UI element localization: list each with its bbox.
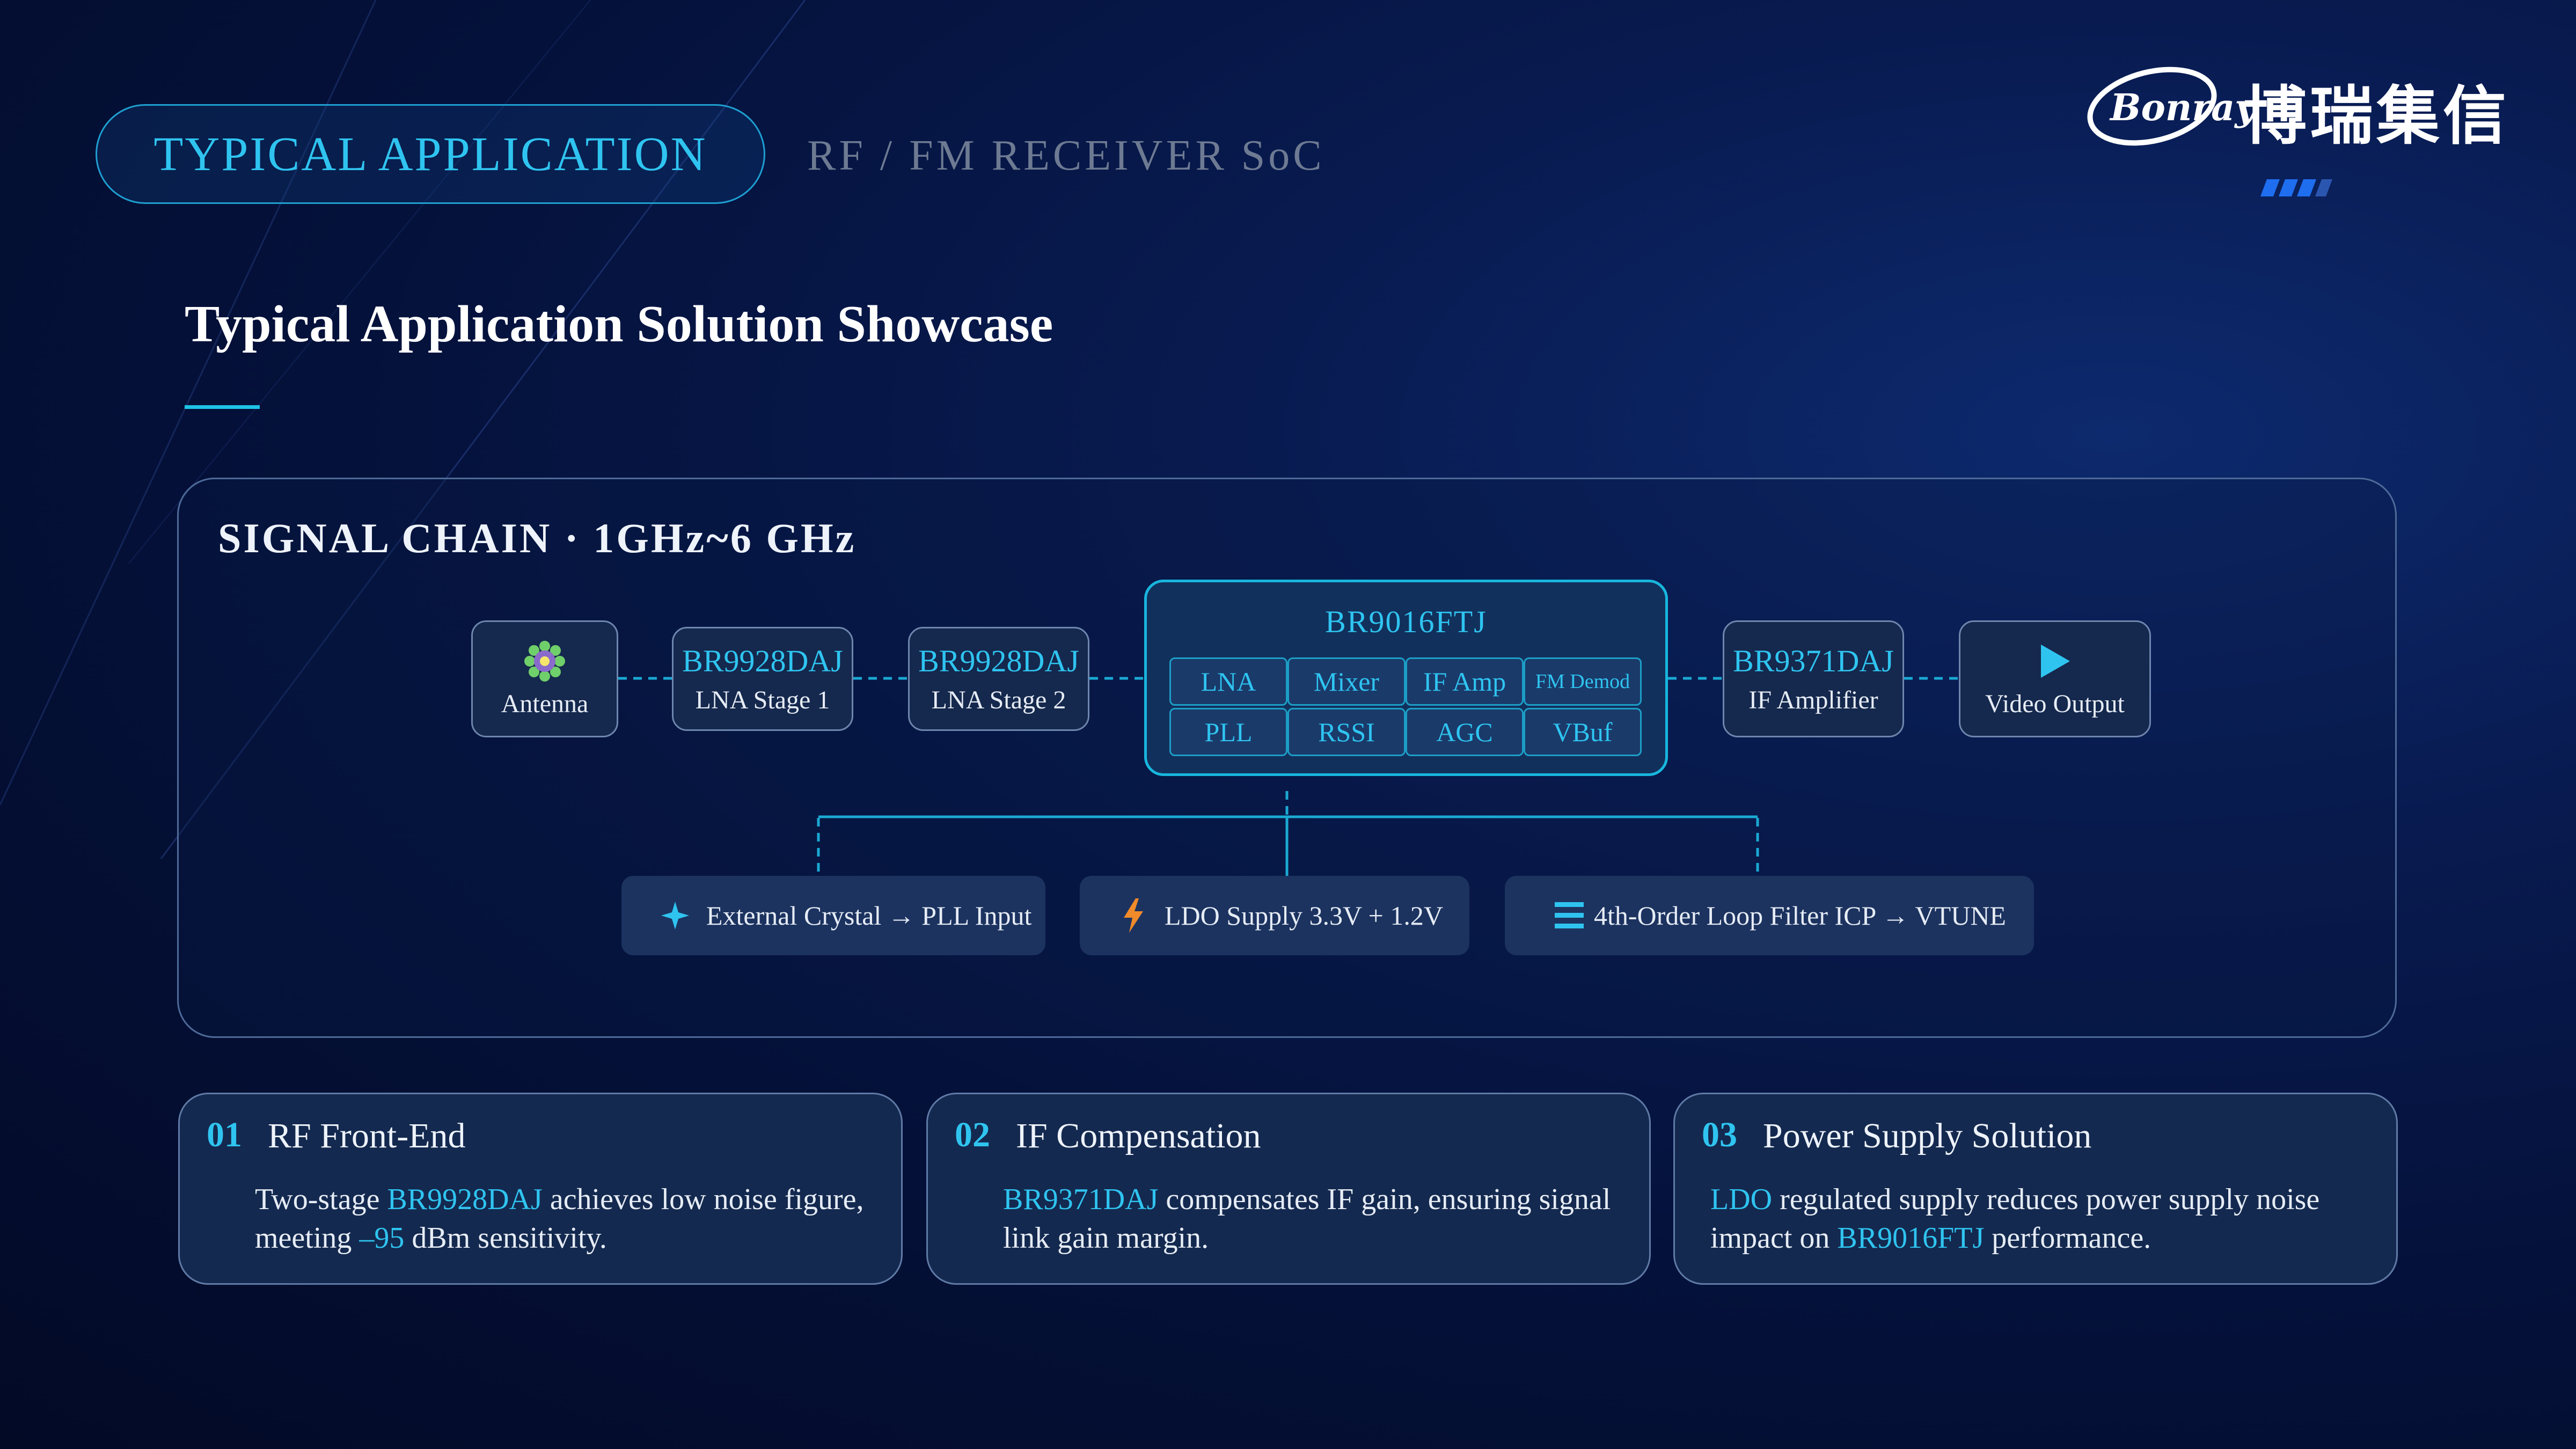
feature-card-if-compensation: 02 IF Compensation BR9371DAJ compensates… bbox=[926, 1093, 1651, 1285]
antenna-block: Antenna bbox=[471, 620, 618, 737]
video-output-block: Video Output bbox=[1959, 620, 2151, 737]
card-body-text: Two-stage bbox=[255, 1183, 387, 1216]
lna-stage-1-block: BR9928DAJ LNA Stage 1 bbox=[672, 627, 853, 731]
crystal-input-box: External Crystal → PLL Input bbox=[621, 876, 1045, 955]
block-role: Antenna bbox=[501, 689, 589, 718]
block-role: LNA Stage 2 bbox=[931, 686, 1066, 714]
card-number: 02 bbox=[955, 1115, 990, 1154]
card-body-highlight: LDO bbox=[1710, 1183, 1773, 1216]
menu-icon bbox=[1553, 902, 1585, 929]
block-part-number: BR9371DAJ bbox=[1733, 643, 1894, 678]
card-title: Power Supply Solution bbox=[1763, 1116, 2092, 1155]
play-icon bbox=[2038, 640, 2072, 683]
card-body: LDO regulated supply reduces power suppl… bbox=[1710, 1180, 2387, 1257]
soc-cell-pll: PLL bbox=[1169, 708, 1287, 756]
card-number: 03 bbox=[1702, 1115, 1737, 1154]
feature-card-rf-front-end: 01 RF Front-End Two-stage BR9928DAJ achi… bbox=[178, 1093, 903, 1285]
section-pill-label: TYPICAL APPLICATION bbox=[153, 127, 707, 181]
soc-cell-agc: AGC bbox=[1406, 708, 1524, 756]
lightning-icon bbox=[1117, 898, 1150, 933]
logo-text: Bonray bbox=[2109, 86, 2258, 129]
soc-cell-rssi: RSSI bbox=[1287, 708, 1406, 756]
signal-chain-title: SIGNAL CHAIN · 1GHz~6 GHz bbox=[218, 515, 857, 561]
soc-cell-lna: LNA bbox=[1169, 657, 1287, 706]
card-body: Two-stage BR9928DAJ achieves low noise f… bbox=[255, 1180, 888, 1257]
card-body-text: performance. bbox=[1984, 1221, 2151, 1255]
card-body-highlight: –95 bbox=[359, 1221, 405, 1255]
card-title: IF Compensation bbox=[1016, 1116, 1261, 1155]
logo-stripes-icon bbox=[2260, 179, 2332, 196]
input-label: 4th-Order Loop Filter ICP → VTUNE bbox=[1594, 901, 2006, 931]
product-category: RF / FM RECEIVER SoC bbox=[807, 132, 1325, 179]
block-role: IF Amplifier bbox=[1748, 686, 1878, 714]
card-title: RF Front-End bbox=[268, 1116, 466, 1155]
lna-stage-2-block: BR9928DAJ LNA Stage 2 bbox=[908, 627, 1089, 731]
card-body-highlight: BR9371DAJ bbox=[1003, 1183, 1159, 1216]
title-underline bbox=[185, 405, 260, 409]
soc-part-number: BR9016FTJ bbox=[1325, 604, 1487, 639]
section-pill: TYPICAL APPLICATION bbox=[96, 104, 765, 204]
card-number: 01 bbox=[207, 1115, 242, 1154]
soc-cell-if-amp: IF Amp bbox=[1406, 657, 1524, 706]
block-part-number: BR9928DAJ bbox=[918, 643, 1079, 678]
card-body-highlight: BR9928DAJ bbox=[387, 1183, 543, 1216]
feature-card-power-supply: 03 Power Supply Solution LDO regulated s… bbox=[1673, 1093, 2398, 1285]
soc-cell-vbuf: VBuf bbox=[1524, 708, 1642, 756]
soc-cell-fm-demod: FM Demod bbox=[1524, 657, 1642, 706]
block-part-number: BR9928DAJ bbox=[682, 643, 843, 678]
block-role: LNA Stage 1 bbox=[695, 686, 830, 714]
loop-filter-box: 4th-Order Loop Filter ICP → VTUNE bbox=[1505, 876, 2034, 955]
block-role: Video Output bbox=[1985, 689, 2125, 718]
if-amplifier-block: BR9371DAJ IF Amplifier bbox=[1723, 620, 1904, 737]
page-title: Typical Application Solution Showcase bbox=[185, 295, 1053, 353]
card-body-text: dBm sensitivity. bbox=[404, 1221, 607, 1255]
input-label: External Crystal → PLL Input bbox=[706, 901, 1032, 931]
input-label: LDO Supply 3.3V + 1.2V bbox=[1165, 901, 1443, 931]
soc-cell-mixer: Mixer bbox=[1287, 657, 1406, 706]
sparkle-icon bbox=[659, 902, 691, 930]
ldo-supply-box: LDO Supply 3.3V + 1.2V bbox=[1080, 876, 1469, 955]
logo-chinese-name: 博瑞集信 bbox=[2243, 79, 2510, 153]
soc-block: BR9016FTJ LNA Mixer IF Amp FM Demod PLL … bbox=[1144, 580, 1668, 776]
card-body-highlight: BR9016FTJ bbox=[1837, 1221, 1985, 1255]
card-body: BR9371DAJ compensates IF gain, ensuring … bbox=[1003, 1180, 1636, 1257]
gear-icon bbox=[522, 640, 567, 683]
